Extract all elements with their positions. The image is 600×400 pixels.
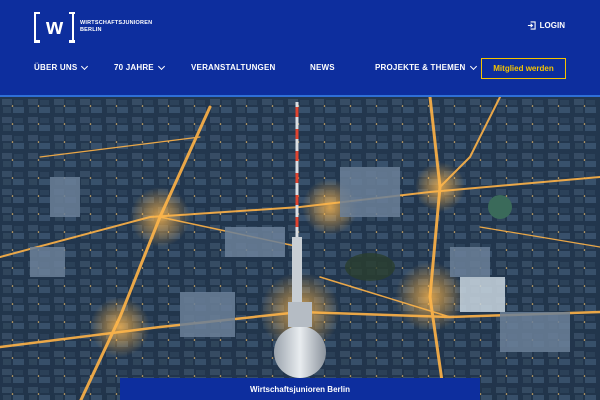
nav-item-70-jahre[interactable]: 70 JAHRE [114,62,165,72]
nav-item-veranstaltungen[interactable]: VERANSTALTUNGEN [191,63,275,72]
nav-item-ueber-uns[interactable]: ÜBER UNS [34,62,89,72]
logo-text: WIRTSCHAFTSJUNIOREN BERLIN [80,20,152,34]
site-logo[interactable]: w WIRTSCHAFTSJUNIOREN BERLIN [33,11,152,43]
nav-item-label: PROJEKTE & THEMEN [375,63,466,72]
nav-item-news[interactable]: NEWS [310,63,335,72]
login-link[interactable]: LOGIN [527,21,565,30]
logo-line-2: BERLIN [80,27,102,33]
chevron-down-icon [81,62,89,70]
berlin-night-aerial [0,97,600,400]
chevron-down-icon [157,62,165,70]
main-nav: ÜBER UNS 70 JAHRE VERANSTALTUNGEN NEWS P… [0,58,600,80]
logo-mark: w [33,11,75,43]
nav-item-label: ÜBER UNS [34,63,78,72]
login-label: LOGIN [539,21,565,30]
site-header: w WIRTSCHAFTSJUNIOREN BERLIN LOGIN ÜBER … [0,0,600,95]
nav-item-label: NEWS [310,63,335,72]
login-icon [527,21,536,30]
nav-item-projekte-themen[interactable]: PROJEKTE & THEMEN [375,62,477,72]
chevron-down-icon [469,62,477,70]
logo-letter: w [45,14,63,39]
become-member-button[interactable]: Mitglied werden [481,58,566,79]
logo-line-1: WIRTSCHAFTSJUNIOREN [80,20,153,26]
nav-item-label: 70 JAHRE [114,63,154,72]
nav-item-label: VERANSTALTUNGEN [191,63,276,72]
hero-banner: Wirtschaftsjunioren Berlin [120,378,480,400]
hero-image [0,95,600,400]
banner-title: Wirtschaftsjunioren Berlin [250,384,350,394]
